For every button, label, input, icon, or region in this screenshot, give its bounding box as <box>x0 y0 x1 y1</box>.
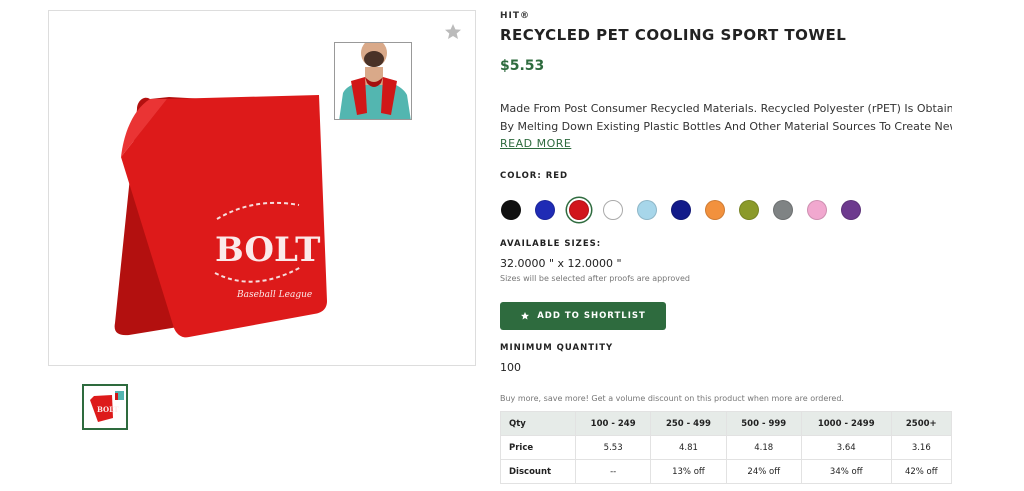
thumbnail-1[interactable]: BOLT <box>82 384 128 430</box>
product-title: RECYCLED PET COOLING SPORT TOWEL <box>500 26 847 44</box>
add-to-shortlist-button[interactable]: ADD TO SHORTLIST <box>500 302 666 330</box>
svg-text:BOLT: BOLT <box>97 405 119 414</box>
pricing-table: Qty 100 - 249 250 - 499 500 - 999 1000 -… <box>500 411 953 484</box>
sizes-label: AVAILABLE SIZES: <box>500 239 602 249</box>
table-cell: 42% off <box>890 459 953 484</box>
size-note: Sizes will be selected after proofs are … <box>500 274 690 283</box>
table-cell: Discount <box>500 459 576 484</box>
add-to-shortlist-label: ADD TO SHORTLIST <box>537 311 646 321</box>
towel-print-text: BOLT <box>215 230 320 270</box>
table-row: Price 5.53 4.81 4.18 3.64 3.16 <box>500 435 953 460</box>
table-cell: 24% off <box>725 459 802 484</box>
pricing-table-header: Qty 100 - 249 250 - 499 500 - 999 1000 -… <box>500 411 953 436</box>
towel-thumbnail-image: BOLT <box>84 386 126 428</box>
color-label: COLOR: RED <box>500 171 569 181</box>
description-line: Made From Post Consumer Recycled Materia… <box>500 102 952 115</box>
table-cell: 4.81 <box>650 435 727 460</box>
color-swatch-light-blue[interactable] <box>637 200 657 220</box>
description-line: By Melting Down Existing Plastic Bottles… <box>500 120 952 133</box>
product-description: Made From Post Consumer Recycled Materia… <box>500 100 952 136</box>
favorite-star-icon[interactable] <box>443 22 463 42</box>
table-cell: 3.64 <box>800 435 892 460</box>
star-icon <box>521 312 530 320</box>
model-wearing-towel-image <box>335 43 411 119</box>
table-cell: -- <box>574 459 652 484</box>
table-row: Discount -- 13% off 24% off 34% off 42% … <box>500 459 953 484</box>
table-cell: 3.16 <box>890 435 953 460</box>
size-value: 32.0000 " x 12.0000 " <box>500 257 622 270</box>
towel-image: BOLT Baseball League <box>114 95 327 338</box>
minimum-quantity-value: 100 <box>500 361 521 374</box>
header-cell: 100 - 249 <box>574 411 652 436</box>
table-cell: 34% off <box>800 459 892 484</box>
header-cell: Qty <box>500 411 576 436</box>
color-swatch-black[interactable] <box>501 200 521 220</box>
header-cell: 500 - 999 <box>725 411 802 436</box>
product-price: $5.53 <box>500 58 545 74</box>
minimum-quantity-label: MINIMUM QUANTITY <box>500 343 614 353</box>
model-photo-inset[interactable] <box>334 42 412 120</box>
header-cell: 2500+ <box>890 411 953 436</box>
table-cell: Price <box>500 435 576 460</box>
color-swatch-olive[interactable] <box>739 200 759 220</box>
table-cell: 4.18 <box>725 435 802 460</box>
color-swatch-red[interactable] <box>569 200 589 220</box>
header-cell: 250 - 499 <box>650 411 727 436</box>
color-swatch-royal-blue[interactable] <box>535 200 555 220</box>
brand-name: HIT® <box>500 11 531 21</box>
color-swatch-purple[interactable] <box>841 200 861 220</box>
towel-print-subtext: Baseball League <box>236 290 312 300</box>
table-cell: 13% off <box>650 459 727 484</box>
color-swatch-navy[interactable] <box>671 200 691 220</box>
volume-discount-note: Buy more, save more! Get a volume discou… <box>500 394 844 403</box>
color-swatch-white[interactable] <box>603 200 623 220</box>
header-cell: 1000 - 2499 <box>800 411 892 436</box>
table-cell: 5.53 <box>574 435 652 460</box>
color-swatch-orange[interactable] <box>705 200 725 220</box>
color-swatch-pink[interactable] <box>807 200 827 220</box>
read-more-link[interactable]: READ MORE <box>500 137 571 150</box>
color-swatch-gray[interactable] <box>773 200 793 220</box>
